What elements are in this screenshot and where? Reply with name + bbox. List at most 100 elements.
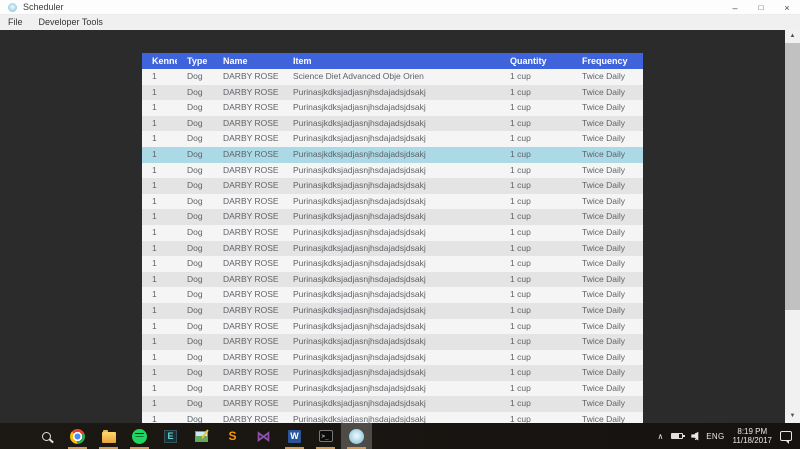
table-row[interactable]: 1DogDARBY ROSEPurinasjkdksjadjasnjhsdaja… [142,381,643,397]
cell-type: Dog [177,131,213,147]
battery-icon[interactable] [671,433,683,439]
table-row[interactable]: 1DogDARBY ROSEPurinasjkdksjadjasnjhsdaja… [142,272,643,288]
close-button[interactable]: × [774,0,800,15]
cmd-app-button[interactable]: >_ [310,423,341,449]
scrollbar-thumb[interactable] [785,43,800,310]
cell-name: DARBY ROSE [213,350,283,366]
visual-studio-app-button[interactable]: ⋈ [248,423,279,449]
cell-type: Dog [177,178,213,194]
cell-item: Purinasjkdksjadjasnjhsdajadsjdsakj [283,116,500,132]
word-app-button[interactable]: W [279,423,310,449]
cell-kennel: 1 [142,225,177,241]
cell-frequency: Twice Daily [572,85,643,101]
scrollbar-up-arrow-icon[interactable]: ▲ [785,30,800,43]
cell-item: Purinasjkdksjadjasnjhsdajadsjdsakj [283,100,500,116]
e-monitor-app-button[interactable]: E [155,423,186,449]
cell-kennel: 1 [142,412,177,423]
cell-frequency: Twice Daily [572,334,643,350]
table-row[interactable]: 1DogDARBY ROSEPurinasjkdksjadjasnjhsdaja… [142,319,643,335]
image-editor-app-button[interactable] [186,423,217,449]
table-row[interactable]: 1DogDARBY ROSEPurinasjkdksjadjasnjhsdaja… [142,100,643,116]
volume-button[interactable] [691,432,698,441]
menu-file[interactable]: File [0,15,31,30]
cell-name: DARBY ROSE [213,100,283,116]
vertical-scrollbar[interactable]: ▲ ▼ [785,30,800,423]
table-row[interactable]: 1DogDARBY ROSEScience Diet Advanced Obje… [142,69,643,85]
table-row[interactable]: 1DogDARBY ROSEPurinasjkdksjadjasnjhsdaja… [142,209,643,225]
cell-kennel: 1 [142,100,177,116]
maximize-button[interactable]: □ [748,0,774,15]
cell-name: DARBY ROSE [213,163,283,179]
cell-quantity: 1 cup [500,319,572,335]
table-row[interactable]: 1DogDARBY ROSEPurinasjkdksjadjasnjhsdaja… [142,178,643,194]
table-row[interactable]: 1DogDARBY ROSEPurinasjkdksjadjasnjhsdaja… [142,256,643,272]
cell-item: Purinasjkdksjadjasnjhsdajadsjdsakj [283,147,500,163]
file-explorer-icon [102,432,116,443]
electron-app-icon[interactable] [8,3,17,12]
cell-kennel: 1 [142,287,177,303]
cell-name: DARBY ROSE [213,85,283,101]
cell-item: Purinasjkdksjadjasnjhsdajadsjdsakj [283,194,500,210]
column-header-frequency: Frequency [572,53,643,69]
scheduler-app-button[interactable] [341,423,372,449]
table-row[interactable]: 1DogDARBY ROSEPurinasjkdksjadjasnjhsdaja… [142,287,643,303]
cell-name: DARBY ROSE [213,131,283,147]
electron-app-icon [349,429,364,444]
cell-quantity: 1 cup [500,178,572,194]
tray-time: 8:19 PM [737,427,767,437]
chrome-app-button[interactable] [62,423,93,449]
cell-quantity: 1 cup [500,350,572,366]
cell-quantity: 1 cup [500,272,572,288]
cell-kennel: 1 [142,194,177,210]
system-tray: ∧ ENG 8:19 PM 11/18/2017 [657,423,800,449]
search-button[interactable] [31,423,62,449]
cell-name: DARBY ROSE [213,365,283,381]
cell-type: Dog [177,100,213,116]
table-row[interactable]: 1DogDARBY ROSEPurinasjkdksjadjasnjhsdaja… [142,334,643,350]
file-explorer-app-button[interactable] [93,423,124,449]
menu-developer-tools[interactable]: Developer Tools [31,15,111,30]
language-indicator[interactable]: ENG [706,432,724,441]
table-row[interactable]: 1DogDARBY ROSEPurinasjkdksjadjasnjhsdaja… [142,147,643,163]
cell-type: Dog [177,69,213,85]
chevron-up-icon[interactable]: ∧ [657,432,663,441]
table-row[interactable]: 1DogDARBY ROSEPurinasjkdksjadjasnjhsdaja… [142,85,643,101]
cell-type: Dog [177,287,213,303]
cell-type: Dog [177,303,213,319]
action-center-icon[interactable] [780,431,792,441]
table-row[interactable]: 1DogDARBY ROSEPurinasjkdksjadjasnjhsdaja… [142,365,643,381]
table-row[interactable]: 1DogDARBY ROSEPurinasjkdksjadjasnjhsdaja… [142,163,643,179]
start-button[interactable] [0,423,31,449]
table-row[interactable]: 1DogDARBY ROSEPurinasjkdksjadjasnjhsdaja… [142,194,643,210]
tray-clock[interactable]: 8:19 PM 11/18/2017 [733,427,772,446]
table-row[interactable]: 1DogDARBY ROSEPurinasjkdksjadjasnjhsdaja… [142,350,643,366]
cell-type: Dog [177,334,213,350]
table-row[interactable]: 1DogDARBY ROSEPurinasjkdksjadjasnjhsdaja… [142,303,643,319]
cell-item: Purinasjkdksjadjasnjhsdajadsjdsakj [283,365,500,381]
cell-frequency: Twice Daily [572,69,643,85]
table-header-row: KennelTypeNameItemQuantityFrequency [142,53,643,69]
scrollbar-down-arrow-icon[interactable]: ▼ [785,410,800,423]
cell-quantity: 1 cup [500,116,572,132]
cell-frequency: Twice Daily [572,209,643,225]
cell-name: DARBY ROSE [213,194,283,210]
spotify-app-button[interactable] [124,423,155,449]
table-row[interactable]: 1DogDARBY ROSEPurinasjkdksjadjasnjhsdaja… [142,241,643,257]
minimize-button[interactable]: – [722,0,748,15]
table-row[interactable]: 1DogDARBY ROSEPurinasjkdksjadjasnjhsdaja… [142,225,643,241]
table-row[interactable]: 1DogDARBY ROSEPurinasjkdksjadjasnjhsdaja… [142,116,643,132]
image-editor-icon [195,431,208,442]
table-row[interactable]: 1DogDARBY ROSEPurinasjkdksjadjasnjhsdaja… [142,131,643,147]
cell-name: DARBY ROSE [213,303,283,319]
cell-kennel: 1 [142,241,177,257]
cell-quantity: 1 cup [500,194,572,210]
cell-quantity: 1 cup [500,209,572,225]
sublime-text-app-button[interactable]: S [217,423,248,449]
cell-frequency: Twice Daily [572,365,643,381]
cell-frequency: Twice Daily [572,131,643,147]
cell-quantity: 1 cup [500,85,572,101]
table-row[interactable]: 1DogDARBY ROSEPurinasjkdksjadjasnjhsdaja… [142,412,643,423]
table-row[interactable]: 1DogDARBY ROSEPurinasjkdksjadjasnjhsdaja… [142,396,643,412]
cell-type: Dog [177,209,213,225]
cell-kennel: 1 [142,365,177,381]
